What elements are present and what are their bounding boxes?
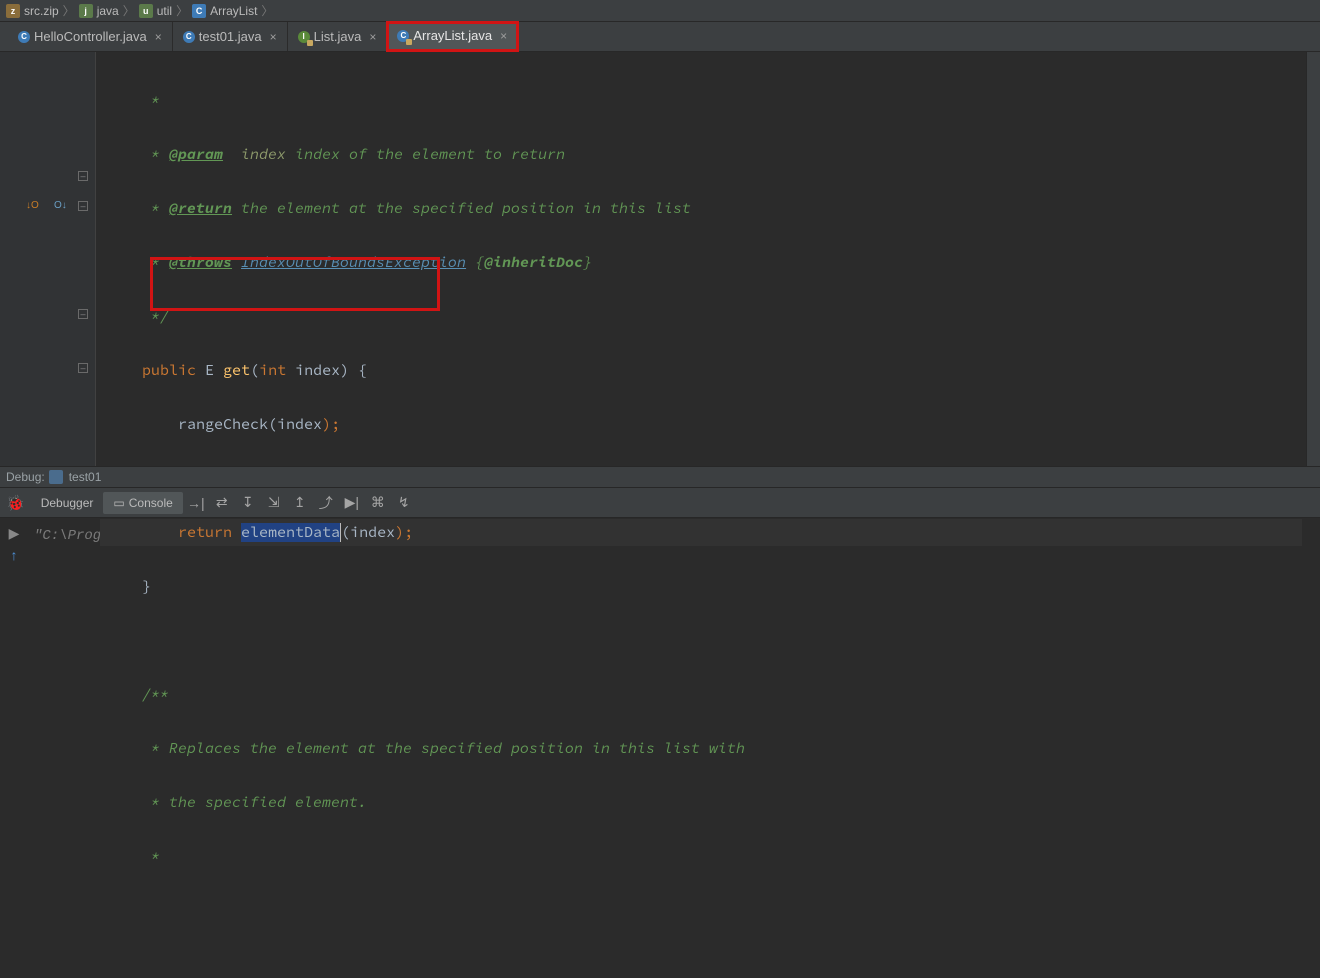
javadoc-text: * bbox=[106, 145, 169, 164]
tab-list[interactable]: I List.java × bbox=[288, 22, 388, 51]
run-config-icon bbox=[49, 470, 63, 484]
editor-tab-bar: C HelloController.java × C test01.java ×… bbox=[0, 22, 1320, 52]
tab-debugger[interactable]: Debugger bbox=[31, 492, 104, 514]
debug-run-config: test01 bbox=[69, 470, 102, 484]
close-icon[interactable]: × bbox=[155, 30, 162, 44]
tab-label: ArrayList.java bbox=[413, 28, 492, 43]
breadcrumb-bar: z src.zip 〉 j java 〉 u util 〉 C ArrayLis… bbox=[0, 0, 1320, 22]
javadoc-tag: @throws bbox=[169, 253, 232, 272]
class-icon: C bbox=[183, 31, 195, 43]
javadoc-tag: @return bbox=[169, 199, 232, 218]
breadcrumb-label: ArrayList bbox=[210, 4, 257, 18]
class-icon: C bbox=[397, 30, 409, 42]
close-icon[interactable]: × bbox=[369, 30, 376, 44]
class-icon: C bbox=[18, 31, 30, 43]
close-icon[interactable]: × bbox=[270, 30, 277, 44]
debug-side-actions: ▶ ↑ bbox=[0, 518, 28, 566]
breadcrumb-label: src.zip bbox=[24, 4, 59, 18]
breadcrumb-item[interactable]: z src.zip 〉 bbox=[6, 2, 79, 19]
javadoc-tag: @param bbox=[169, 145, 223, 164]
javadoc-param: index bbox=[241, 145, 286, 164]
breadcrumb-label: util bbox=[157, 4, 172, 18]
editor-scrollbar[interactable] bbox=[1306, 52, 1320, 466]
breadcrumb-item[interactable]: u util 〉 bbox=[139, 2, 192, 19]
javadoc-text: * bbox=[106, 91, 160, 110]
rerun-button[interactable]: ▶ bbox=[9, 522, 20, 544]
override-icon[interactable]: ↓O bbox=[26, 200, 39, 211]
tab-arraylist[interactable]: C ArrayList.java × bbox=[387, 22, 518, 51]
javadoc-link[interactable]: IndexOutOfBoundsException bbox=[241, 253, 466, 272]
fold-end-icon[interactable]: – bbox=[78, 309, 88, 319]
package-icon: u bbox=[139, 4, 153, 18]
implements-icon[interactable]: O↓ bbox=[54, 200, 67, 211]
breadcrumb-label: java bbox=[97, 4, 119, 18]
chevron-right-icon: 〉 bbox=[261, 2, 273, 19]
chevron-right-icon: 〉 bbox=[123, 2, 135, 19]
tab-label: test01.java bbox=[199, 29, 262, 44]
chevron-right-icon: 〉 bbox=[63, 2, 75, 19]
archive-icon: z bbox=[6, 4, 20, 18]
interface-icon: I bbox=[298, 31, 310, 43]
breadcrumb-item[interactable]: C ArrayList 〉 bbox=[192, 2, 277, 19]
fold-start-icon[interactable]: – bbox=[78, 363, 88, 373]
class-icon: C bbox=[192, 4, 206, 18]
tab-label: List.java bbox=[314, 29, 362, 44]
tab-label: HelloController.java bbox=[34, 29, 147, 44]
bug-icon[interactable]: 🐞 bbox=[6, 494, 25, 512]
close-icon[interactable]: × bbox=[500, 29, 507, 43]
fold-start-icon[interactable]: – bbox=[78, 201, 88, 211]
code-editor[interactable]: – ↓O O↓ – – – * * @param index index of … bbox=[0, 52, 1320, 466]
tab-hellocontroller[interactable]: C HelloController.java × bbox=[8, 22, 173, 51]
tab-test01[interactable]: C test01.java × bbox=[173, 22, 288, 51]
fold-end-icon[interactable]: – bbox=[78, 171, 88, 181]
debug-title: Debug: bbox=[6, 470, 45, 484]
chevron-right-icon: 〉 bbox=[176, 2, 188, 19]
resume-button[interactable]: ↑ bbox=[11, 544, 18, 566]
code-area[interactable]: * * @param index index of the element to… bbox=[96, 52, 1302, 466]
package-icon: j bbox=[79, 4, 93, 18]
breadcrumb-item[interactable]: j java 〉 bbox=[79, 2, 139, 19]
selected-text: elementData bbox=[241, 523, 340, 542]
editor-gutter[interactable]: – ↓O O↓ – – – bbox=[0, 52, 96, 466]
